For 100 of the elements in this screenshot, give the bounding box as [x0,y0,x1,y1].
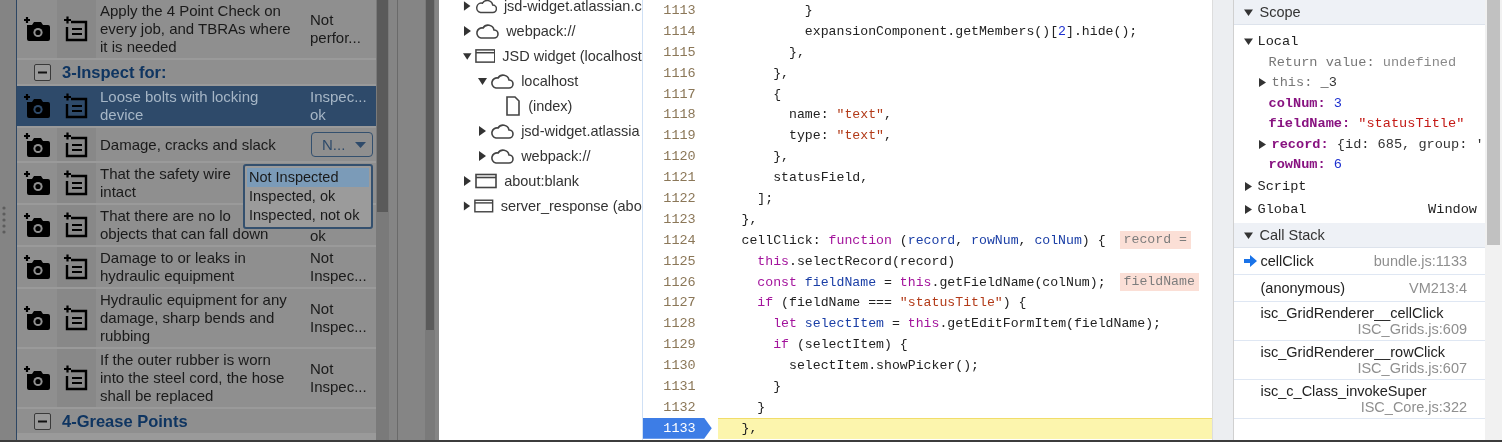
tree-item[interactable]: jsd-widget.atlassian.c [503,0,642,14]
tree-item[interactable]: about:blank [504,172,580,189]
collapsed-arrow-icon[interactable] [1257,78,1267,88]
add-photo-icon[interactable] [22,305,51,331]
line-number: 1115 [662,43,697,62]
expanded-arrow-icon[interactable] [1243,230,1253,240]
collapsed-arrow-icon[interactable] [463,0,472,11]
collapsed-arrow-icon[interactable] [463,25,473,36]
tree-item[interactable]: server_response (abo [500,197,642,214]
collapsed-arrow-icon[interactable] [463,175,473,186]
add-photo-icon[interactable] [22,254,51,280]
line-number: 1113 [662,2,697,20]
description-line: Apply the 4 Point Check on [99,2,281,20]
add-note-icon[interactable] [63,131,90,158]
line-number: 1129 [662,336,697,355]
line-number: 1120 [662,148,697,167]
variable[interactable]: rowNum: 6 [1268,157,1342,173]
line-number: 1124 [662,231,697,250]
menu-option[interactable]: Inspected, not ok [246,206,369,225]
collapsed-arrow-icon[interactable] [1257,139,1267,149]
add-note-icon[interactable] [63,305,90,331]
variable[interactable]: fieldName: "statusTitle" [1268,116,1465,132]
add-photo-icon[interactable] [22,131,51,158]
group-title: 3-Inspect for: [61,62,167,82]
description-line: device [99,106,144,124]
description-line: damage, sharp bends and [99,309,275,327]
line-number: 1128 [662,315,697,334]
inline-value: fieldName [1119,273,1199,291]
line-number: 1119 [662,127,697,146]
resize-handle-icon[interactable] [2,206,6,234]
variable[interactable]: this: _3 [1271,75,1337,91]
collapse-icon[interactable] [33,63,51,81]
expanded-arrow-icon[interactable] [1243,7,1253,17]
tree-item[interactable]: localhost [521,72,579,89]
checklist-row[interactable]: If the outer rubber is worn into the steel cord, the hose shall be replaced Not Inspec... [16,349,377,407]
check-status: Inspec... ok [309,88,367,124]
line-number: 1116 [662,64,697,83]
description-line: rubbing [99,327,150,345]
description-line: it is needed [99,38,177,56]
add-note-icon[interactable] [63,16,90,42]
section-title: Scope [1259,4,1301,20]
description-line: hydraulic equipment [99,267,235,285]
add-photo-icon[interactable] [22,170,51,196]
tree-item[interactable]: (index) [528,97,573,114]
expanded-arrow-icon[interactable] [463,50,472,61]
checklist-row[interactable]: Damage, cracks and slack N... [16,128,377,161]
expanded-arrow-icon[interactable] [1243,37,1253,46]
description-line: into the steel cord, the hose [99,369,285,387]
add-photo-icon[interactable] [22,16,51,42]
add-note-icon[interactable] [63,365,90,391]
collapsed-arrow-icon[interactable] [463,200,472,211]
description-line: Hydraulic equipment for any [99,291,287,309]
variable[interactable]: Return value: undefined [1268,54,1457,70]
collapsed-arrow-icon[interactable] [1243,182,1253,191]
description-line: Damage to or leaks in [99,249,246,267]
inline-value: record = [1119,231,1191,250]
menu-option[interactable]: Inspected, ok [246,187,369,206]
line-number: 1121 [662,169,697,188]
variable[interactable]: colNum: 3 [1268,95,1342,111]
check-status: Not Inspec... [309,300,367,336]
tree-item[interactable]: JSD widget (localhost [502,47,642,64]
description-line: every job, and TBRAs where [99,20,291,38]
collapsed-arrow-icon[interactable] [478,125,488,136]
line-number: 1123 [662,210,697,229]
add-photo-icon[interactable] [22,365,51,391]
checklist-row[interactable]: Damage to or leaks in hydraulic equipment Not Inspec... [16,247,377,287]
line-number: 1117 [662,85,697,104]
collapse-icon[interactable] [33,412,51,430]
description-line: If the outer rubber is worn [99,351,271,369]
collapsed-arrow-icon[interactable] [1243,205,1253,214]
group-title: 4-Grease Points [61,411,188,431]
add-note-icon[interactable] [63,254,90,280]
section-header[interactable]: Call Stack [1233,223,1486,248]
check-status: Not Inspec... [309,360,367,396]
scope-name[interactable]: Global [1257,202,1307,217]
collapsed-arrow-icon[interactable] [478,150,488,161]
line-number: 1126 [662,273,697,292]
variable[interactable]: record: {id: 685, group: ' [1271,136,1484,152]
tree-item[interactable]: jsd-widget.atlassia [521,122,640,139]
line-number[interactable]: 1133 [642,417,712,439]
scope-name[interactable]: Script [1257,179,1307,194]
line-number: 1118 [662,106,697,125]
checklist-row[interactable]: Apply the 4 Point Check on every job, and TBRAs where it is needed Not perfor... [16,0,377,58]
description-line: That the safety wire [99,165,231,183]
line-number: 1125 [662,252,697,271]
line-number: 1130 [662,357,697,376]
add-note-icon[interactable] [63,212,90,238]
menu-option[interactable]: Not Inspected [246,168,369,187]
check-status: Not perfor... [309,11,361,47]
caret-icon [354,141,366,148]
add-photo-icon[interactable] [22,212,51,238]
scope-name[interactable]: Local [1257,34,1299,49]
line-number: 1114 [662,22,697,41]
section-header[interactable]: Scope [1233,0,1486,25]
description-line: objects that can fall down [99,225,269,243]
expanded-arrow-icon[interactable] [478,75,488,86]
tree-item[interactable]: webpack:// [506,22,576,39]
tree-item[interactable]: webpack:// [521,147,591,164]
add-note-icon[interactable] [63,170,90,196]
checklist-row[interactable]: Hydraulic equipment for any damage, sharp bends and rubbing Not Inspec... [16,289,377,347]
